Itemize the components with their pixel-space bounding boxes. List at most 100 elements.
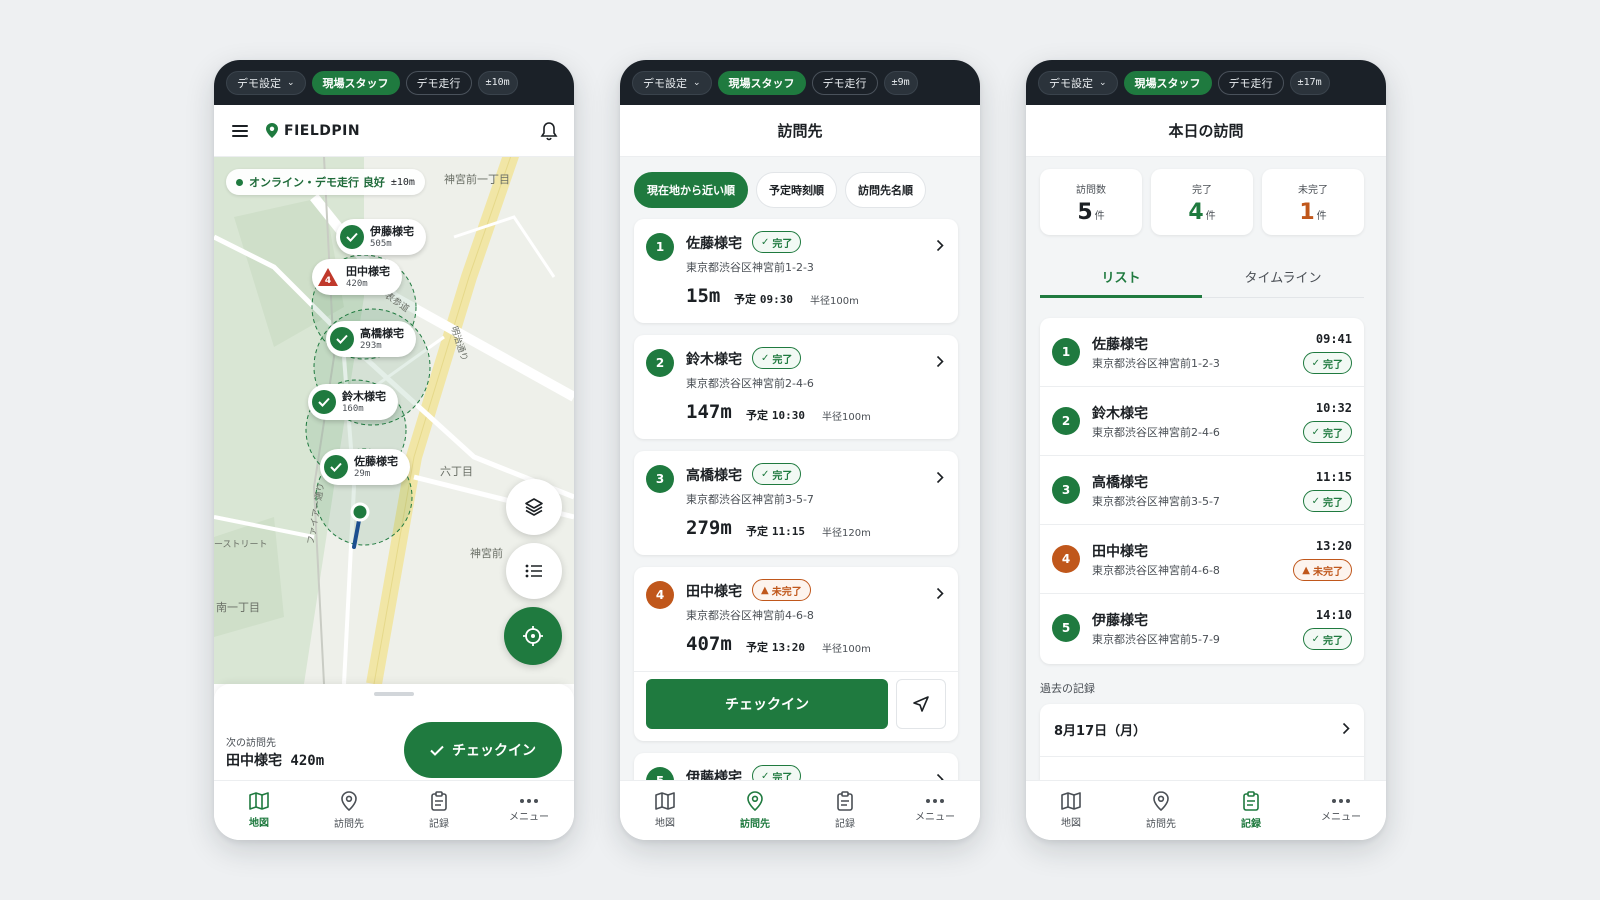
nav-map[interactable]: 地図 xyxy=(1026,781,1116,840)
list-item[interactable]: 1 佐藤様宅 東京都渋谷区神宮前1-2-3 09:41 ✓ 完了 xyxy=(1040,318,1364,387)
schedule-label: 予定 xyxy=(746,409,768,422)
nav-menu[interactable]: メニュー xyxy=(484,781,574,840)
connection-status-chip: オンライン・デモ走行 良好 ±10m xyxy=(226,169,425,195)
past-record-item[interactable]: 8月17日（月） xyxy=(1040,704,1364,780)
sort-nearest[interactable]: 現在地から近い順 xyxy=(634,172,748,208)
status-badge: ✓ 完了 xyxy=(752,347,802,369)
chevron-right-icon xyxy=(936,587,944,600)
bell-icon[interactable] xyxy=(540,121,558,141)
status-badge-label: 未完了 xyxy=(771,586,802,598)
list-icon xyxy=(525,564,542,578)
nav-visits-label: 訪問先 xyxy=(334,819,364,830)
demo-bar: デモ設定 ⌄ 現場スタッフ デモ走行 ±9m xyxy=(620,60,980,105)
nav-visits[interactable]: 訪問先 xyxy=(1116,781,1206,840)
map-marker-sato[interactable]: 佐藤様宅 29m xyxy=(320,449,410,485)
demo-settings-dropdown[interactable]: デモ設定 ⌄ xyxy=(632,70,712,95)
visit-number: 2 xyxy=(1052,407,1080,435)
navigate-button[interactable] xyxy=(896,679,946,729)
pin-icon xyxy=(341,791,357,811)
card-divider xyxy=(634,671,958,672)
visit-schedule: 予定 10:30 xyxy=(746,407,805,423)
status-badge: ✓ 完了 xyxy=(752,231,802,253)
nav-visits[interactable]: 訪問先 xyxy=(304,781,394,840)
demo-run-chip[interactable]: デモ走行 xyxy=(1217,70,1284,95)
visit-name: 高橋様宅 xyxy=(1092,475,1148,491)
status-badge: ✓ 完了 xyxy=(1302,352,1352,374)
checkin-button[interactable]: チェックイン xyxy=(404,722,562,778)
map-marker-takahashi[interactable]: 高橋様宅 293m xyxy=(326,321,416,357)
list-item[interactable]: 3 高橋様宅 東京都渋谷区神宮前3-5-7 11:15 ✓ 完了 xyxy=(1040,456,1364,525)
status-badge: ▲ 未完了 xyxy=(752,579,811,601)
list-item[interactable]: 4 田中様宅 東京都渋谷区神宮前4-6-8 13:20 ▲ 未完了 xyxy=(1040,525,1364,594)
map-marker-tanaka[interactable]: 4 田中様宅 420m xyxy=(312,259,402,295)
sheet-drag-handle[interactable] xyxy=(374,692,414,696)
summary-label: 訪問数 xyxy=(1076,185,1106,196)
sort-options: 現在地から近い順 予定時刻順 訪問先名順 xyxy=(634,172,926,208)
marker-name: 佐藤様宅 xyxy=(354,454,398,468)
warning-icon: 4 xyxy=(316,265,340,289)
nav-map[interactable]: 地図 xyxy=(214,781,304,840)
tab-timeline[interactable]: タイムライン xyxy=(1202,256,1364,297)
layers-button[interactable] xyxy=(506,479,562,535)
visit-number: 4 xyxy=(1052,545,1080,573)
nav-map[interactable]: 地図 xyxy=(620,781,710,840)
check-icon: ✓ xyxy=(761,236,770,248)
visit-card-1[interactable]: 1 佐藤様宅 ✓ 完了 東京都渋谷区神宮前1-2-3 15m 予定 09:30 半… xyxy=(634,219,958,323)
crosshair-icon xyxy=(523,626,543,646)
visit-radius: 半径100m xyxy=(810,296,859,307)
checkin-button[interactable]: チェックイン xyxy=(646,679,888,729)
more-icon xyxy=(520,799,538,803)
marker-name: 高橋様宅 xyxy=(360,326,404,340)
visit-number: 1 xyxy=(646,233,674,261)
nav-records[interactable]: 記録 xyxy=(1206,781,1296,840)
visit-card-4-expanded[interactable]: 4 田中様宅 ▲ 未完了 東京都渋谷区神宮前4-6-8 407m 予定 13:20… xyxy=(634,567,958,741)
map-icon xyxy=(1061,792,1081,810)
nav-menu[interactable]: メニュー xyxy=(890,781,980,840)
visit-distance: 147m xyxy=(686,401,732,423)
visit-card-5[interactable]: 5 伊藤様宅 ✓完了 xyxy=(634,753,958,780)
more-icon xyxy=(1332,799,1350,803)
check-icon: ✓ xyxy=(761,352,770,364)
demo-settings-dropdown[interactable]: デモ設定 ⌄ xyxy=(226,70,306,95)
nav-menu-label: メニュー xyxy=(509,812,549,823)
visits-list-area: 現在地から近い順 予定時刻順 訪問先名順 1 佐藤様宅 ✓ 完了 東京都渋谷区神宮… xyxy=(620,157,980,780)
today-visit-list: 1 佐藤様宅 東京都渋谷区神宮前1-2-3 09:41 ✓ 完了 2 鈴木様宅 東… xyxy=(1040,318,1364,664)
role-chip[interactable]: 現場スタッフ xyxy=(717,70,806,95)
visit-address: 東京都渋谷区神宮前4-6-8 xyxy=(1092,564,1220,577)
tab-list[interactable]: リスト xyxy=(1040,256,1202,298)
visit-card-2[interactable]: 2 鈴木様宅 ✓ 完了 東京都渋谷区神宮前2-4-6 147m 予定 10:30 … xyxy=(634,335,958,439)
demo-run-chip[interactable]: デモ走行 xyxy=(811,70,878,95)
visit-radius: 半径120m xyxy=(822,528,871,539)
visit-address: 東京都渋谷区神宮前4-6-8 xyxy=(686,609,814,622)
map-marker-suzuki[interactable]: 鈴木様宅 160m xyxy=(308,384,398,420)
chevron-right-icon xyxy=(936,773,944,780)
connection-status-text: オンライン・デモ走行 良好 xyxy=(249,176,385,189)
past-record-date: 8月17日（月） xyxy=(1054,724,1147,739)
list-view-button[interactable] xyxy=(506,543,562,599)
role-chip[interactable]: 現場スタッフ xyxy=(1123,70,1212,95)
nav-records[interactable]: 記録 xyxy=(800,781,890,840)
demo-settings-dropdown[interactable]: デモ設定 ⌄ xyxy=(1038,70,1118,95)
locate-me-button[interactable] xyxy=(504,607,562,665)
menu-icon[interactable] xyxy=(232,124,248,137)
next-visit-sheet: 次の訪問先 田中様宅 420m チェックイン xyxy=(214,684,574,780)
visit-address: 東京都渋谷区神宮前3-5-7 xyxy=(1092,495,1220,508)
schedule-time: 10:30 xyxy=(771,409,805,422)
online-dot-icon xyxy=(236,178,243,186)
visit-card-3[interactable]: 3 高橋様宅 ✓ 完了 東京都渋谷区神宮前3-5-7 279m 予定 11:15 … xyxy=(634,451,958,555)
nav-menu[interactable]: メニュー xyxy=(1296,781,1386,840)
map-view[interactable]: オンライン・デモ走行 良好 ±10m 神宮前一丁目 六丁目 神宮前 南一丁目 ー… xyxy=(214,157,574,684)
nav-visits[interactable]: 訪問先 xyxy=(710,781,800,840)
sort-name[interactable]: 訪問先名順 xyxy=(845,172,926,208)
nav-records[interactable]: 記録 xyxy=(394,781,484,840)
demo-bar: デモ設定 ⌄ 現場スタッフ デモ走行 ±17m xyxy=(1026,60,1386,105)
list-item[interactable]: 2 鈴木様宅 東京都渋谷区神宮前2-4-6 10:32 ✓ 完了 xyxy=(1040,387,1364,456)
sort-scheduled-time[interactable]: 予定時刻順 xyxy=(756,172,837,208)
role-chip[interactable]: 現場スタッフ xyxy=(311,70,400,95)
clipboard-icon xyxy=(1243,791,1259,811)
map-marker-ito[interactable]: 伊藤様宅 505m xyxy=(336,219,426,255)
list-item[interactable]: 5 伊藤様宅 東京都渋谷区神宮前5-7-9 14:10 ✓ 完了 xyxy=(1040,594,1364,663)
demo-run-chip[interactable]: デモ走行 xyxy=(405,70,472,95)
accuracy-chip: ±17m xyxy=(1289,70,1330,95)
schedule-label: 予定 xyxy=(734,293,756,306)
